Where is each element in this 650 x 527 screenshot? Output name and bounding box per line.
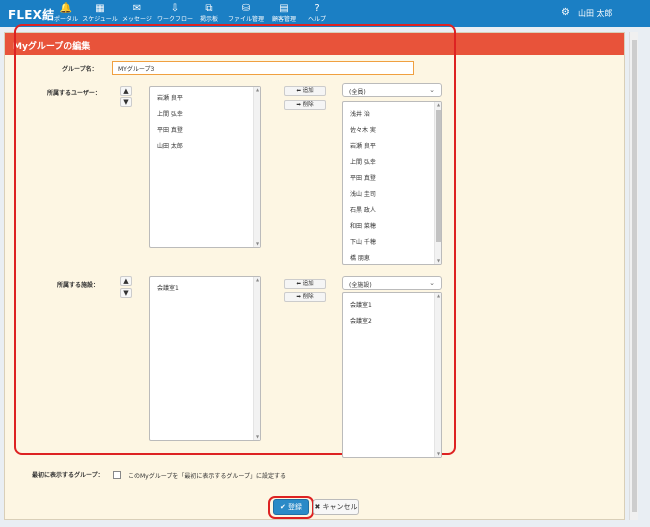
nav-label: 顧客管理 <box>271 16 296 23</box>
nav-help[interactable]: ? ヘルプ <box>299 3 335 24</box>
list-item[interactable]: 岩瀬 良平 <box>350 141 376 150</box>
list-item[interactable]: 上間 弘幸 <box>350 157 376 166</box>
facilities-label: 所属する施設： <box>57 282 100 289</box>
page-scroll-thumb[interactable] <box>632 40 637 512</box>
scroll-down-icon: ▼ <box>255 434 260 439</box>
list-item[interactable]: 下山 千穂 <box>350 237 376 246</box>
nav-customer-management[interactable]: ▤ 顧客管理 <box>266 3 302 24</box>
list-item[interactable]: 和田 菜穂 <box>350 221 376 230</box>
list-item[interactable]: 平田 真登 <box>157 125 183 134</box>
nav-label: 掲示板 <box>199 16 218 23</box>
group-name-input[interactable] <box>112 61 414 75</box>
nav-label: ワークフロー <box>157 16 194 23</box>
scroll-down-icon: ▼ <box>436 451 441 456</box>
users-label: 所属するユーザー： <box>47 90 101 97</box>
arrow-down-icon: ▼ <box>123 289 129 297</box>
list-item[interactable]: 会議室1 <box>350 300 372 309</box>
nav-portal[interactable]: 🔔 ポータル <box>48 3 84 24</box>
scroll-down-icon: ▼ <box>255 241 260 246</box>
list-scrollbar[interactable]: ▲ ▼ <box>253 87 260 247</box>
list-item[interactable]: 浅井 治 <box>350 109 370 118</box>
nav-label: ファイル管理 <box>228 16 265 23</box>
candidate-facilities-list[interactable]: 会議室1 会議室2 ▲ ▼ <box>342 292 442 458</box>
question-icon: ? <box>314 3 320 14</box>
bell-icon: 🔔 <box>59 3 73 14</box>
chevron-down-icon: ⌄ <box>429 86 435 94</box>
list-item[interactable]: 山田 太郎 <box>157 141 183 150</box>
nav-workflow[interactable]: ⇩ ワークフロー <box>157 3 193 24</box>
facility-filter-select[interactable]: (全施設) ⌄ <box>342 276 442 290</box>
list-item[interactable]: 上間 弘幸 <box>157 109 183 118</box>
scroll-up-icon: ▲ <box>255 277 260 282</box>
member-facilities-list[interactable]: 会議室1 ▲ ▼ <box>149 276 261 441</box>
list-item[interactable]: 佐々木 実 <box>350 125 376 134</box>
list-item[interactable]: 会議室1 <box>157 283 179 292</box>
list-scrollbar[interactable]: ▲ ▼ <box>253 277 260 440</box>
nav-label: スケジュール <box>82 16 118 23</box>
scroll-down-icon: ▼ <box>436 258 441 263</box>
gear-icon[interactable]: ⚙ <box>561 7 570 18</box>
nav-bulletin[interactable]: ⧉ 掲示板 <box>191 3 227 24</box>
board-icon: ⧉ <box>205 3 213 14</box>
select-value: (全員) <box>349 89 366 96</box>
nav-message[interactable]: ✉ メッセージ <box>119 3 155 24</box>
list-item[interactable]: 会議室2 <box>350 316 372 325</box>
nav-schedule[interactable]: ▦ スケジュール <box>82 3 118 24</box>
arrow-up-icon: ▲ <box>123 277 129 285</box>
stamp-icon: ⇩ <box>170 3 180 14</box>
arrow-up-icon: ▲ <box>123 87 129 95</box>
scroll-up-icon: ▲ <box>436 293 441 298</box>
scroll-up-icon: ▲ <box>255 87 260 92</box>
remove-user-button[interactable]: ➡ 削除 <box>284 100 326 110</box>
page-scrollbar[interactable] <box>629 32 638 520</box>
remove-facility-button[interactable]: ➡ 削除 <box>284 292 326 302</box>
top-nav-bar: FLEX結 🔔 ポータル ▦ スケジュール ✉ メッセージ ⇩ ワークフロー ⧉… <box>0 0 650 27</box>
select-value: (全施設) <box>349 282 372 289</box>
list-item[interactable]: 石黒 政人 <box>350 205 376 214</box>
user-name[interactable]: 山田 太郎 <box>578 8 613 19</box>
group-name-label: グループ名： <box>62 66 98 73</box>
list-item[interactable]: 橋 朋恵 <box>350 253 370 262</box>
register-button[interactable]: ✔ 登録 <box>273 499 309 515</box>
nav-label: メッセージ <box>122 16 152 23</box>
add-facility-button[interactable]: ⬅ 追加 <box>284 279 326 289</box>
list-item[interactable]: 浅山 圭司 <box>350 189 376 198</box>
building-icon: ▤ <box>279 3 289 14</box>
arrow-down-icon: ▼ <box>123 98 129 106</box>
nav-label: ヘルプ <box>307 16 326 23</box>
hard-drive-icon: ⛁ <box>241 3 251 14</box>
calendar-icon: ▦ <box>95 3 105 14</box>
scroll-up-icon: ▲ <box>436 102 441 107</box>
move-down-button[interactable]: ▼ <box>120 97 132 107</box>
first-show-checkbox[interactable] <box>113 471 121 479</box>
envelope-icon: ✉ <box>132 3 142 14</box>
move-down-button[interactable]: ▼ <box>120 288 132 298</box>
add-user-button[interactable]: ⬅ 追加 <box>284 86 326 96</box>
move-up-button[interactable]: ▲ <box>120 86 132 96</box>
cancel-button[interactable]: ✖ キャンセル <box>313 499 359 515</box>
nav-file-management[interactable]: ⛁ ファイル管理 <box>228 3 264 24</box>
member-users-list[interactable]: 岩瀬 良平 上間 弘幸 平田 真登 山田 太郎 ▲ ▼ <box>149 86 261 248</box>
list-item[interactable]: 平田 真登 <box>350 173 376 182</box>
list-scrollbar[interactable]: ▲ ▼ <box>434 102 441 264</box>
candidate-users-list[interactable]: 浅井 治 佐々木 実 岩瀬 良平 上間 弘幸 平田 真登 浅山 圭司 石黒 政人… <box>342 101 442 265</box>
list-item[interactable]: 岩瀬 良平 <box>157 93 183 102</box>
first-show-text[interactable]: このMyグループを「最初に表示するグループ」に設定する <box>128 471 286 480</box>
first-show-label: 最初に表示するグループ： <box>32 472 104 479</box>
list-scrollbar[interactable]: ▲ ▼ <box>434 293 441 457</box>
nav-label: ポータル <box>53 16 78 23</box>
move-up-button[interactable]: ▲ <box>120 276 132 286</box>
scroll-thumb[interactable] <box>436 110 441 242</box>
chevron-down-icon: ⌄ <box>429 279 435 287</box>
user-filter-select[interactable]: (全員) ⌄ <box>342 83 442 97</box>
